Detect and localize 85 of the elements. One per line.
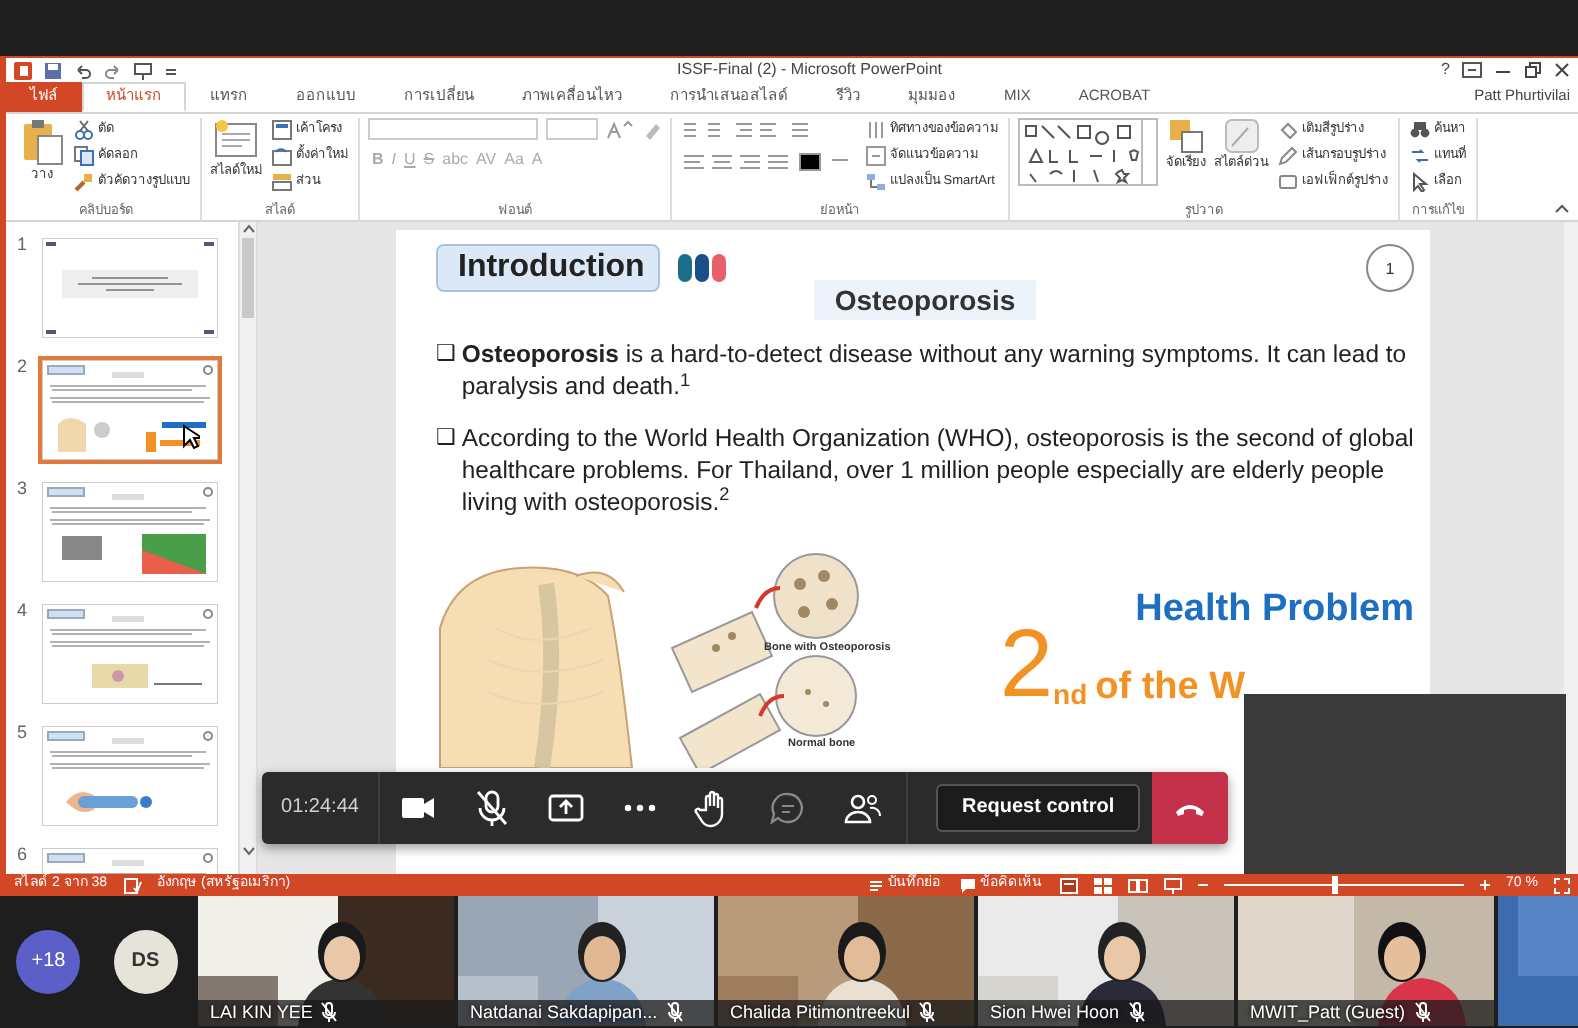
scrollbar-thumb[interactable] [242, 238, 254, 318]
zoom-in-icon[interactable] [1480, 880, 1491, 890]
notes-check-icon[interactable] [123, 877, 142, 893]
scroll-up-icon[interactable] [241, 222, 255, 234]
rank-number: 2 [999, 619, 1054, 711]
fit-slide-icon[interactable] [1554, 877, 1570, 893]
close-icon[interactable] [1554, 62, 1570, 78]
undo-icon[interactable] [74, 61, 92, 79]
slide-number: 3 [14, 478, 29, 499]
reading-view-icon[interactable] [1128, 877, 1149, 893]
zoom-out-icon[interactable] [1198, 880, 1209, 890]
paint-bucket-icon [1278, 120, 1298, 140]
arrange-icon [1168, 118, 1204, 154]
paintbrush-icon [74, 172, 94, 192]
layout-icon [272, 120, 292, 140]
slide-thumbnail[interactable] [42, 238, 218, 338]
bullet-text: Osteoporosis is a hard-to-detect disease without any warning symptoms. It can lead to paralysis and death.$^{1}$ [461, 340, 1409, 405]
slide-thumbnail[interactable] [42, 360, 218, 460]
binoculars-icon [1410, 120, 1430, 140]
bullet-marker: ❑ [436, 340, 456, 371]
slide-number: 1 [14, 234, 29, 255]
smartart-icon [866, 172, 886, 192]
request-control-button[interactable]: Request control [936, 784, 1141, 832]
new-slide-icon [214, 118, 258, 162]
slide-number: 5 [14, 722, 29, 743]
restore-icon[interactable] [1524, 62, 1542, 78]
presentation-icon[interactable] [134, 61, 152, 79]
zoom-thumb[interactable] [1332, 876, 1339, 894]
participant-name: LAI KIN YEE [210, 1001, 313, 1022]
powerpoint-logo-icon [14, 61, 32, 79]
slide-number: 4 [14, 600, 29, 621]
mouse-cursor-icon [182, 424, 200, 450]
clear-format-icon [642, 119, 662, 139]
ribbon-display-icon[interactable] [1462, 62, 1482, 78]
slide-heading: Osteoporosis [814, 280, 1036, 321]
page-number: 1 [1366, 244, 1414, 293]
help-button[interactable]: ? [1441, 60, 1450, 80]
scroll-down-icon[interactable] [241, 846, 255, 858]
notes-icon [868, 877, 885, 893]
comment-icon [960, 877, 977, 893]
text-direction-icon [866, 120, 886, 140]
quick-styles-icon [1223, 118, 1259, 154]
participant-name: Sion Hwei Hoon [990, 1001, 1120, 1022]
shapes-gallery-icon[interactable] [1018, 118, 1158, 186]
slide-title: Introduction [436, 244, 660, 293]
replace-icon [1410, 146, 1430, 166]
window-title: ISSF-Final (2) - Microsoft PowerPoint [675, 60, 945, 80]
text-align-icon [866, 146, 886, 166]
collapse-ribbon-icon[interactable] [1554, 202, 1570, 214]
scissors-icon [74, 120, 94, 140]
participant-name: Natdanai Sakdapipan... [470, 1001, 658, 1022]
slide-number: 6 [14, 844, 29, 865]
phone-icon [1174, 800, 1206, 816]
hang-up-button[interactable] [1152, 772, 1228, 844]
pills-icon [676, 252, 728, 285]
reset-icon [272, 146, 292, 166]
font-size-icon [606, 119, 634, 139]
slide-sorter-icon[interactable] [1094, 877, 1113, 893]
copy-icon [74, 146, 94, 166]
pencil-icon [1278, 146, 1298, 166]
slide-number: 2 [14, 356, 29, 377]
banner-text: Health Problem [1135, 587, 1414, 632]
mic-off-icon[interactable] [471, 788, 511, 828]
avatar[interactable]: DS [113, 929, 178, 993]
normal-view-icon[interactable] [1060, 877, 1079, 893]
effects-icon [1278, 172, 1298, 192]
slide-thumbnail[interactable] [42, 482, 218, 582]
section-icon [272, 172, 292, 192]
participant-name: Chalida Pitimontreekul [730, 1001, 911, 1022]
participant-count[interactable]: +18 [16, 929, 81, 993]
clipboard-icon [20, 118, 64, 166]
rank-suffix: nd [1053, 678, 1088, 711]
save-icon[interactable] [44, 61, 62, 79]
rank-text: of the W [1095, 666, 1246, 711]
bullet-text: According to the World Health Organization (WHO), osteoporosis is the second of global healthcare problems. For Thailand, over 1 million people especially are elderly people living with osteoporosis.$^{2}$ [461, 424, 1414, 520]
bullet-marker: ❑ [436, 424, 456, 455]
slideshow-icon[interactable] [1164, 877, 1183, 893]
slide-thumbnail[interactable] [42, 604, 218, 704]
pointer-icon [1410, 172, 1430, 192]
participant-name: MWIT_Patt (Guest) [1250, 1001, 1406, 1022]
chat-icon[interactable] [767, 788, 807, 828]
slide-thumbnail[interactable] [42, 726, 218, 826]
redo-icon[interactable] [104, 61, 122, 79]
vertical-scrollbar[interactable] [1564, 222, 1578, 874]
call-timer: 01:24:44 [262, 772, 380, 844]
